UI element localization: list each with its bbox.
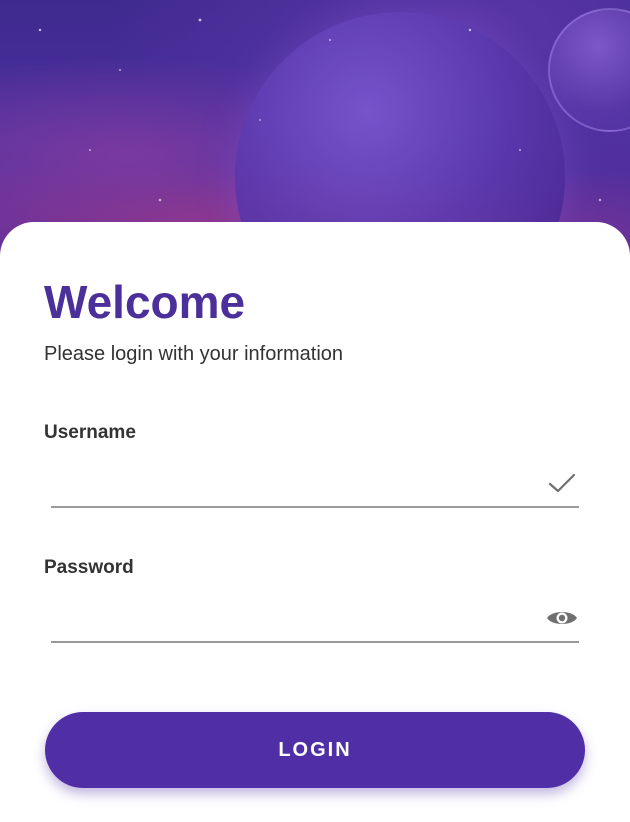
password-label: Password <box>44 557 134 578</box>
page-subtitle: Please login with your information <box>44 343 344 365</box>
eye-icon[interactable] <box>545 605 579 631</box>
page-title: Welcome <box>44 276 246 328</box>
password-input[interactable] <box>51 597 521 637</box>
login-button[interactable]: LOGIN <box>45 712 585 788</box>
stars-decoration <box>38 18 602 202</box>
username-label: Username <box>44 422 136 443</box>
username-input[interactable] <box>51 462 521 502</box>
header-background <box>0 0 630 260</box>
checkmark-icon <box>545 470 579 496</box>
password-field-wrapper <box>51 597 579 643</box>
username-field-wrapper <box>51 462 579 508</box>
